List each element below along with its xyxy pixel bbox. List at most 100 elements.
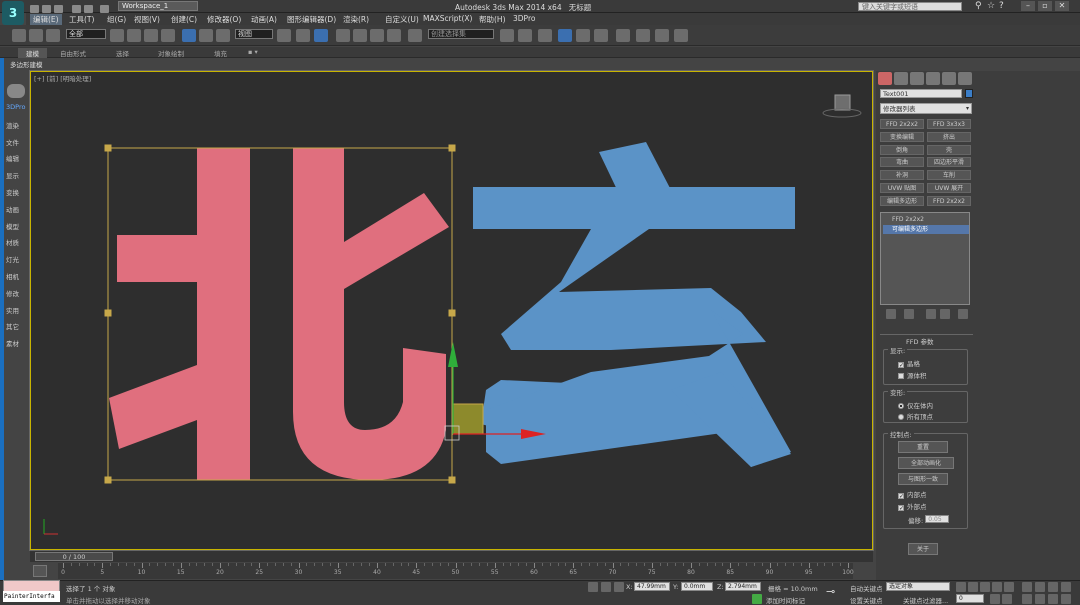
zoom-all-icon[interactable]	[1035, 582, 1045, 592]
object-name-field[interactable]: Text001	[880, 89, 962, 98]
modifier-button[interactable]: UVW 贴图	[880, 183, 924, 193]
command-panel-item[interactable]: 修改	[6, 288, 30, 298]
modifier-button[interactable]: 变换编辑	[880, 131, 924, 142]
go-to-start-icon[interactable]	[956, 582, 966, 592]
command-panel-item[interactable]: 动画	[6, 204, 30, 214]
command-panel-item[interactable]: 素材	[6, 338, 30, 348]
menu-item[interactable]: MAXScript(X)	[420, 14, 475, 23]
viewport-front[interactable]: [+] [前] [明暗处理]	[29, 70, 874, 551]
modifier-button[interactable]: UVW 展开	[927, 183, 971, 193]
key-filters-button[interactable]: 关键点过滤器...	[903, 595, 948, 605]
help-icon[interactable]: ?	[999, 1, 1004, 11]
make-unique-icon[interactable]	[926, 309, 936, 319]
text-object-bei[interactable]	[109, 148, 449, 480]
undo-icon[interactable]	[72, 5, 81, 13]
select-object-icon[interactable]	[110, 29, 124, 42]
mirror-icon[interactable]	[500, 29, 514, 42]
graphite-ribbon-icon[interactable]	[558, 29, 572, 42]
project-folder-icon[interactable]	[100, 5, 109, 13]
command-panel-item[interactable]: 模型	[6, 221, 30, 231]
text-object-xuan[interactable]	[473, 142, 795, 467]
timeline-ruler[interactable]: 0 5 10 15 20 25 30 35 40 45 50 55 60 65 70 75 80 85 90 95 10…	[58, 563, 854, 579]
modifier-button[interactable]: 倒角	[880, 144, 924, 155]
mini-curve-editor-icon[interactable]	[33, 565, 47, 577]
reference-coordinate-dropdown[interactable]: 视图	[235, 29, 273, 39]
x-coordinate-field[interactable]: 47.99mm	[634, 582, 670, 591]
menu-item[interactable]: 工具(T)	[66, 14, 97, 25]
command-panel-item[interactable]: 相机	[6, 271, 30, 281]
key-mode-icon[interactable]	[990, 594, 1000, 604]
bind-space-warp-icon[interactable]	[46, 29, 60, 42]
pin-stack-icon[interactable]	[886, 309, 896, 319]
time-slider[interactable]: 0 / 100	[35, 552, 113, 561]
redo-icon[interactable]	[84, 5, 93, 13]
isolate-selection-icon[interactable]	[601, 582, 611, 592]
schematic-view-icon[interactable]	[594, 29, 608, 42]
modify-tab-icon[interactable]	[894, 72, 908, 85]
modifier-button[interactable]: 编辑多边形	[880, 195, 924, 206]
command-panel-item[interactable]: 文件	[6, 137, 30, 147]
gizmo-xy-plane[interactable]	[452, 403, 484, 435]
pivot-center-icon[interactable]	[277, 29, 291, 42]
time-config-icon[interactable]	[1002, 594, 1012, 604]
command-panel-item[interactable]: 3DPro	[6, 103, 30, 111]
key-icon[interactable]: ⊸	[826, 585, 835, 598]
create-tab-icon[interactable]	[878, 72, 892, 85]
curve-editor-icon[interactable]	[576, 29, 590, 42]
modifier-button[interactable]: 补洞	[880, 170, 924, 181]
source-volume-checkbox[interactable]: 源体积	[898, 370, 927, 380]
selection-filter-dropdown[interactable]: 全部	[66, 29, 106, 39]
search-input[interactable]: 键入关键字或短语	[858, 2, 962, 11]
snap-toggle-icon[interactable]	[336, 29, 350, 42]
configure-modifier-sets-icon[interactable]	[958, 309, 968, 319]
select-scale-icon[interactable]	[216, 29, 230, 42]
utilities-tab-icon[interactable]	[958, 72, 972, 85]
modifier-button[interactable]: 壳	[927, 144, 971, 155]
spinner-snap-icon[interactable]	[387, 29, 401, 42]
object-color-swatch[interactable]	[965, 89, 973, 98]
command-panel-item[interactable]: 灯光	[6, 254, 30, 264]
lattice-checkbox[interactable]: ✓ 晶格	[898, 358, 920, 369]
window-crossing-icon[interactable]	[161, 29, 175, 42]
modifier-button[interactable]: 四边形平滑	[927, 157, 971, 168]
menu-item[interactable]: 修改器(O)	[204, 14, 244, 25]
restore-icon[interactable]: ▫	[1038, 1, 1052, 11]
select-move-icon[interactable]	[182, 29, 196, 42]
modifier-button[interactable]: 挤出	[927, 131, 971, 142]
maxscript-input[interactable]: PainterInterfa	[3, 591, 60, 602]
close-icon[interactable]: ✕	[1055, 1, 1069, 11]
modifier-button[interactable]: 弯曲	[880, 157, 924, 168]
absolute-mode-icon[interactable]	[614, 582, 624, 592]
ribbon-tab[interactable]: 对象绘制	[150, 48, 192, 58]
motion-tab-icon[interactable]	[926, 72, 940, 85]
go-to-end-icon[interactable]	[1004, 582, 1014, 592]
modifier-stack-item[interactable]: FFD 2x2x2	[883, 215, 969, 224]
display-tab-icon[interactable]	[942, 72, 956, 85]
ribbon-tab[interactable]: 建模	[18, 48, 47, 58]
communication-center-icon[interactable]: ⚲	[975, 1, 982, 11]
field-of-view-icon[interactable]	[1022, 594, 1032, 604]
all-vertices-radio[interactable]: 所有顶点	[898, 411, 933, 421]
rectangular-selection-icon[interactable]	[144, 29, 158, 42]
y-coordinate-field[interactable]: 0.0mm	[681, 582, 713, 591]
menu-item[interactable]: 组(G)	[104, 14, 129, 25]
command-panel-item[interactable]: 变换	[6, 187, 30, 197]
link-icon[interactable]	[12, 29, 26, 42]
menu-item[interactable]: 创建(C)	[168, 14, 200, 25]
add-time-tag-icon[interactable]	[752, 594, 762, 604]
outside-points-checkbox[interactable]: ✓ 外部点	[898, 501, 927, 512]
ribbon-tab[interactable]: 选择	[108, 48, 137, 58]
ribbon-options-icon[interactable]: ▪ ▾	[240, 48, 266, 56]
zoom-extents-icon[interactable]	[1048, 582, 1058, 592]
viewport-canvas[interactable]	[31, 72, 874, 551]
open-file-icon[interactable]	[42, 5, 51, 13]
ribbon-tab[interactable]: 自由形式	[52, 48, 94, 58]
viewcube-icon[interactable]	[822, 94, 862, 118]
render-setup-icon[interactable]	[636, 29, 650, 42]
only-in-volume-radio[interactable]: 仅在体内	[898, 400, 933, 410]
menu-item[interactable]: 3DPro	[510, 14, 538, 23]
workspace-dropdown[interactable]: Workspace_1	[118, 1, 198, 11]
auto-key-button[interactable]: 自动关键点	[850, 583, 883, 593]
menu-item[interactable]: 视图(V)	[131, 14, 163, 25]
unlink-icon[interactable]	[29, 29, 43, 42]
